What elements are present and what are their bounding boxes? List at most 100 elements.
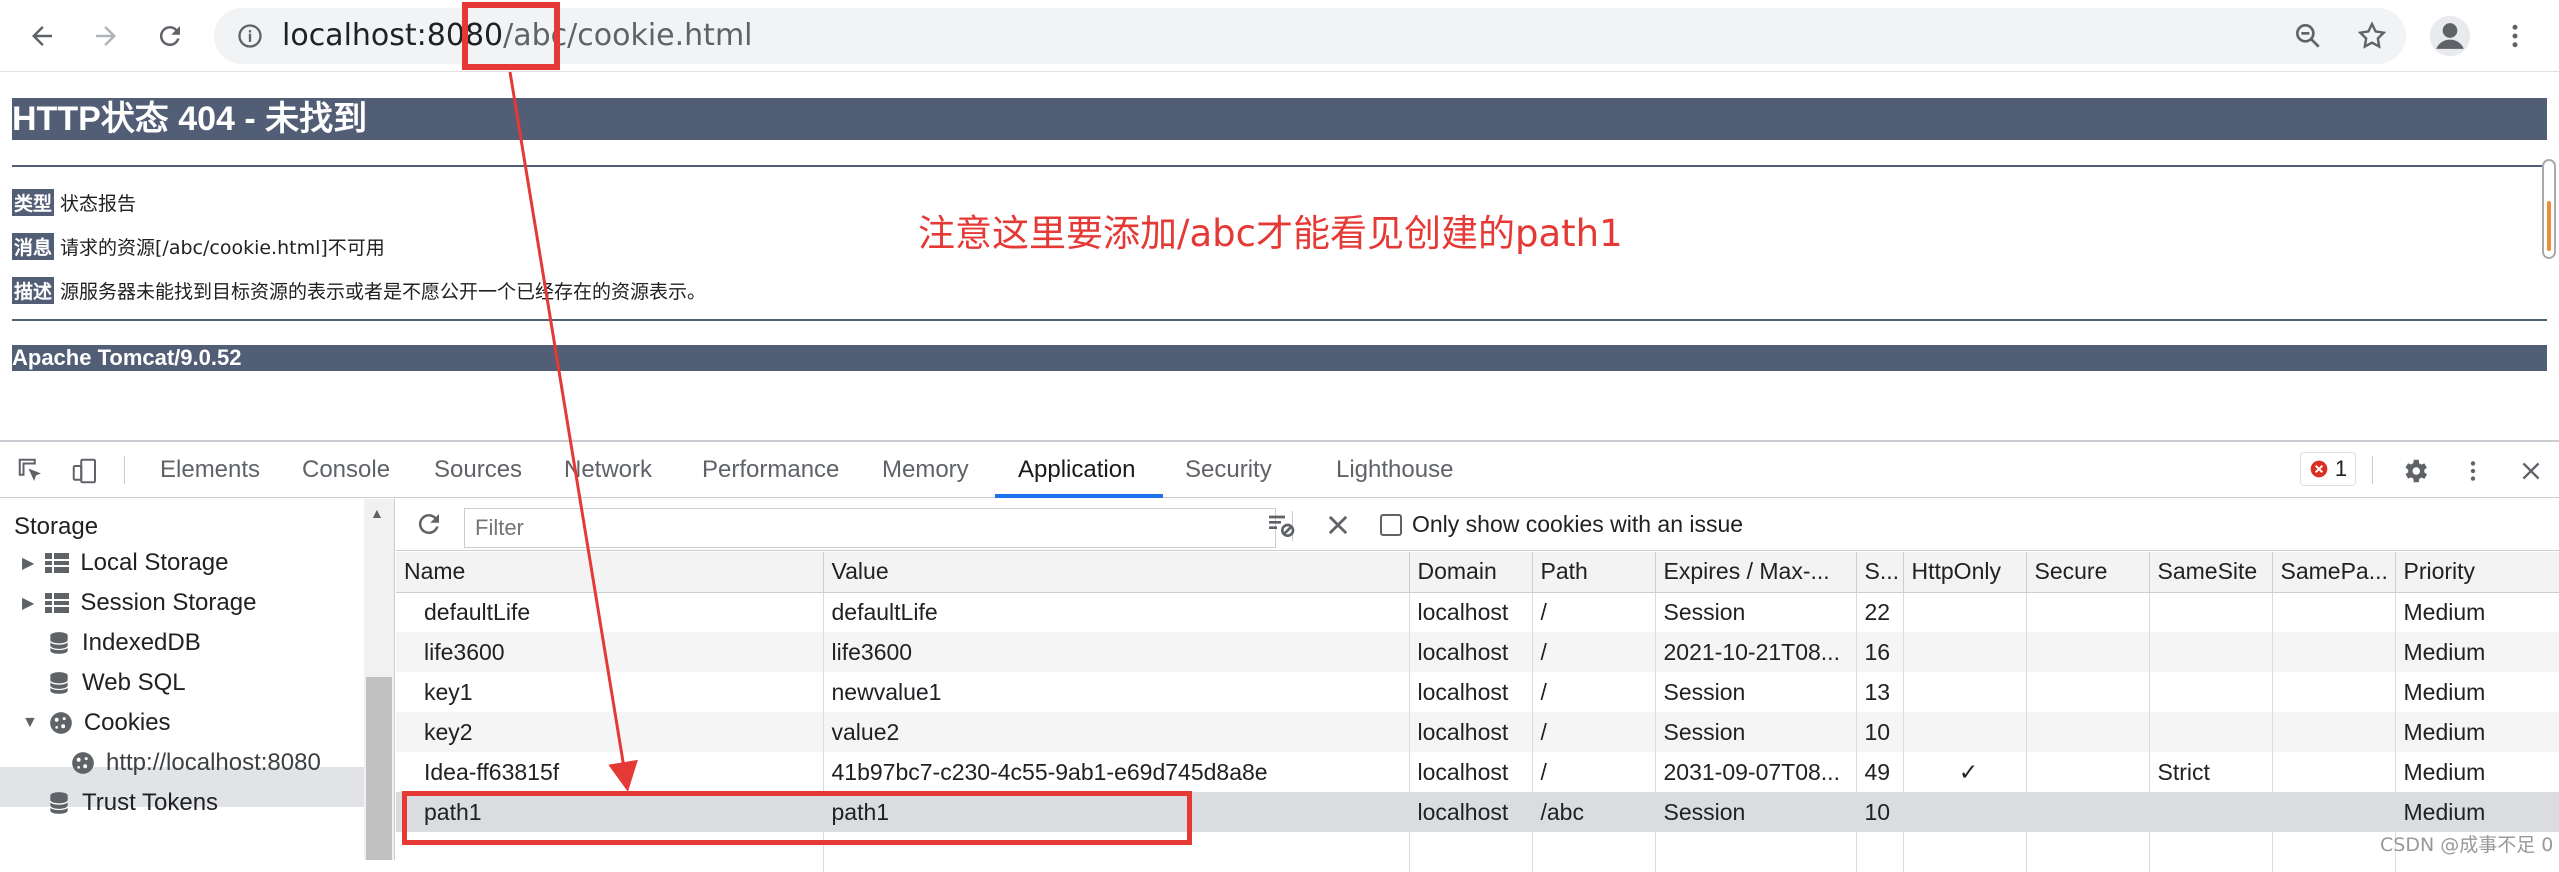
sidebar-item-cookies[interactable]: ▼ Cookies [22,709,171,737]
sidebar-item-label: Web SQL [82,669,186,696]
column-header[interactable]: Name [396,552,824,593]
scroll-up-icon[interactable]: ▲ [370,505,384,521]
refresh-icon[interactable] [414,509,444,544]
column-header[interactable]: S... [1856,552,1904,593]
back-icon[interactable] [20,14,64,58]
table-row[interactable]: key2 value2 localhost / Session 10 Medium [396,712,2559,752]
table-cell: localhost [1409,672,1533,712]
collapse-arrow-icon[interactable]: ▼ [22,714,38,732]
table-cell [1655,832,1857,872]
close-icon[interactable] [2514,454,2548,488]
column-header[interactable]: Priority [2395,552,2559,593]
table-cell [2026,712,2150,752]
column-header[interactable]: Expires / Max-... [1655,552,1857,593]
sidebar-item-indexeddb[interactable]: IndexedDB [46,629,201,657]
filter-input[interactable] [464,508,1276,548]
reload-icon[interactable] [148,14,192,58]
table-row[interactable]: Idea-ff63815f 41b97bc7-c230-4c55-9ab1-e69… [396,752,2559,792]
sidebar-item-web-sql[interactable]: Web SQL [46,669,186,697]
table-cell: Idea-ff63815f [396,752,824,792]
table-cell: localhost [1409,712,1533,752]
table-cell: Medium [2395,752,2559,792]
table-cell [1903,632,2027,672]
table-cell: Medium [2395,592,2559,632]
checkbox[interactable] [1380,513,1402,536]
table-cell [1903,832,2027,872]
message-label: 消息 [12,233,55,260]
tab-elements[interactable]: Elements [160,456,260,484]
column-header[interactable]: Secure [2026,552,2150,593]
tab-sources[interactable]: Sources [434,456,522,484]
table-cell: life3600 [396,632,824,672]
zoom-icon[interactable] [2292,20,2324,57]
tab-security[interactable]: Security [1185,456,1272,484]
tab-lighthouse[interactable]: Lighthouse [1336,456,1453,484]
table-row[interactable]: life3600 life3600 localhost/2021-10-21T08.… [396,632,2559,672]
table-cell [2149,632,2273,672]
sidebar-item-localhost-cookies[interactable]: http://localhost:8080 [70,749,321,777]
annotation-row-highlight [402,791,1192,845]
table-cell [2149,832,2273,872]
table-cell [2272,832,2396,872]
database-icon [49,792,69,814]
forward-icon[interactable] [84,14,128,58]
sidebar-item-trust-tokens[interactable]: Trust Tokens [46,789,218,817]
description-line: 描述 源服务器未能找到目标资源的表示或者是不愿公开一个已经存在的资源表示。 [12,277,706,304]
watermark: CSDN @成事不足 0 [2380,834,2554,856]
only-issues-label: Only show cookies with an issue [1412,511,1744,537]
table-cell: localhost [1409,632,1533,672]
sidebar-scrollbar-thumb[interactable] [366,677,392,860]
star-icon[interactable] [2356,20,2388,57]
table-cell: Session [1655,672,1857,712]
table-cell: / [1532,672,1656,712]
annotation-note: 注意这里要添加/abc才能看见创建的path1 [918,212,1623,255]
separator [124,456,125,484]
device-toolbar-icon[interactable] [68,454,102,488]
sidebar-item-session-storage[interactable]: ▶ Session Storage [22,589,256,617]
tab-console[interactable]: Console [302,456,390,484]
only-issues-checkbox[interactable]: Only show cookies with an issue [1380,511,1743,538]
gear-icon[interactable] [2398,454,2432,488]
tab-performance[interactable]: Performance [702,456,839,484]
more-options-icon[interactable] [2456,454,2490,488]
annotation-url-highlight [462,2,560,70]
table-cell [1903,672,2027,712]
error-icon [2310,460,2328,478]
sidebar-item-local-storage[interactable]: ▶ Local Storage [22,549,228,577]
table-cell: Session [1655,792,1857,832]
table-cell [2272,752,2396,792]
menu-icon[interactable] [2500,18,2530,59]
tab-application[interactable]: Application [1018,456,1135,484]
profile-icon[interactable] [2428,14,2472,63]
table-cell [2026,632,2150,672]
page-scrollbar[interactable] [2542,159,2556,259]
expand-arrow-icon[interactable]: ▶ [22,593,34,613]
table-cell [2149,672,2273,712]
column-header[interactable]: SamePa... [2272,552,2396,593]
column-header[interactable]: Path [1532,552,1656,593]
table-cell: Strict [2149,752,2273,792]
table-cell: 13 [1856,672,1904,712]
sidebar-item-label: Trust Tokens [82,789,219,816]
database-icon [49,632,69,654]
table-cell: Medium [2395,792,2559,832]
table-row[interactable]: defaultLife defaultLife localhost / Session 2… [396,592,2559,632]
table-row[interactable]: key1 newvalue1 localhost / Session 13 Medium [396,672,2559,712]
info-icon[interactable] [236,22,264,55]
column-header[interactable]: SameSite [2149,552,2273,593]
table-cell: 2031-09-07T08... [1655,752,1857,792]
table-cell: value2 [823,712,1410,752]
column-header[interactable]: HttpOnly [1903,552,2027,593]
delete-icon[interactable] [1324,511,1352,544]
table-cell: 10 [1856,792,1904,832]
column-header[interactable]: Domain [1409,552,1533,593]
error-badge[interactable]: 1 [2300,452,2356,486]
table-cell [2272,792,2396,832]
tab-network[interactable]: Network [564,456,652,484]
clear-filtered-icon[interactable] [1264,509,1298,546]
expand-arrow-icon[interactable]: ▶ [22,553,34,573]
inspect-icon[interactable] [14,454,48,488]
column-header[interactable]: Value [823,552,1410,593]
tab-memory[interactable]: Memory [882,456,969,484]
table-cell [1532,832,1656,872]
